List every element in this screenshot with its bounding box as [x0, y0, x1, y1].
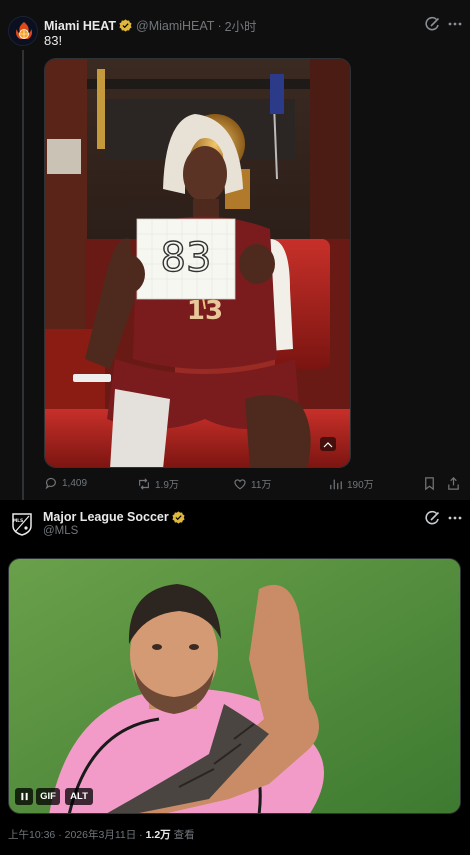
author-handle[interactable]: @MLS — [43, 525, 78, 537]
post-date[interactable]: 2026年3月11日 — [65, 829, 137, 841]
pause-icon — [20, 792, 28, 801]
pause-button[interactable] — [15, 788, 33, 805]
like-count: 11万 — [251, 480, 272, 491]
author-handle[interactable]: @MiamiHEAT — [136, 19, 214, 33]
tweet-header: Major League Soccer — [43, 510, 189, 524]
tweet-photo[interactable]: 83 13 — [44, 58, 351, 468]
gif-player-celebration — [9, 559, 460, 813]
repost-count: 1.9万 — [155, 480, 179, 491]
views-label: 查看 — [173, 829, 195, 841]
reply-count: 1,409 — [62, 477, 88, 489]
grok-icon[interactable] — [425, 510, 441, 526]
like-button[interactable]: 11万 — [233, 476, 271, 491]
tweet-text: 83! — [44, 33, 63, 48]
gif-badge[interactable]: GIF — [36, 788, 60, 805]
reply-button[interactable]: 1,409 — [44, 476, 87, 490]
more-icon[interactable] — [447, 16, 463, 32]
mls-avatar[interactable]: MLS — [10, 512, 34, 536]
bookmark-icon[interactable] — [422, 476, 437, 491]
author-name[interactable]: Major League Soccer — [43, 510, 169, 524]
miami-heat-avatar[interactable] — [8, 16, 38, 46]
reply-icon — [45, 477, 56, 490]
tweet-header: Miami HEAT @MiamiHEAT · 2小时 — [44, 16, 257, 35]
verified-badge-icon — [172, 510, 185, 524]
views-icon — [330, 479, 342, 489]
jersey-number: 13 — [187, 296, 223, 326]
separator-dot: · — [217, 18, 222, 33]
post-time[interactable]: 上午10:36 — [8, 829, 55, 841]
post-time[interactable]: 2小时 — [225, 16, 257, 35]
like-icon — [234, 478, 246, 490]
more-icon[interactable] — [447, 510, 463, 526]
photo-locker-room: 83 13 — [45, 59, 350, 467]
thread-line — [22, 50, 24, 500]
tweet-metadata: 上午10:36 · 2026年3月11日 · 1.2万 查看 — [8, 827, 195, 842]
mls-logo-icon: MLS — [12, 513, 32, 536]
alt-text-button[interactable]: ALT — [65, 788, 93, 805]
share-icon[interactable] — [446, 476, 461, 491]
views-button[interactable]: 190万 — [329, 476, 374, 491]
author-name[interactable]: Miami HEAT — [44, 19, 116, 33]
repost-icon — [139, 477, 149, 490]
mls-logo-text: MLS — [13, 518, 24, 524]
tweet-gif[interactable] — [8, 558, 461, 814]
sign-text: 83 — [161, 235, 212, 281]
separator-dot: · — [139, 829, 143, 841]
views-count: 190万 — [347, 480, 374, 491]
grok-icon[interactable] — [425, 16, 441, 32]
verified-badge-icon — [119, 19, 132, 32]
views-count: 1.2万 — [145, 829, 171, 841]
repost-button[interactable]: 1.9万 — [137, 476, 179, 491]
separator-dot: · — [58, 829, 62, 841]
